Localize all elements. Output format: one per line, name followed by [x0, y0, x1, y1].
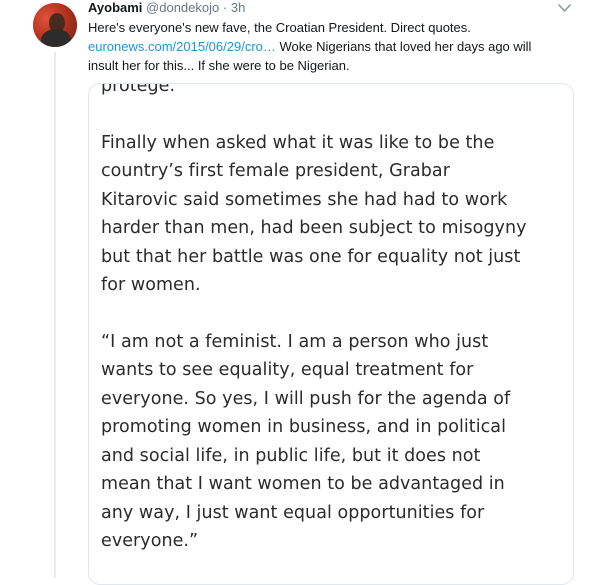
article-line: “I am not a feminist. I am a person who …	[101, 331, 489, 352]
article-line: promoting women in business, and in poli…	[101, 417, 506, 437]
article-line: Kitarovic said sometimes she had had to …	[101, 189, 508, 210]
article-link[interactable]: euronews.com/2015/06/29/cro…	[88, 39, 276, 54]
tweet-header: Ayobami @dondekojo · 3h	[88, 0, 245, 16]
tweet-text-line-1: Here's everyone's new fave, the Croatian…	[88, 20, 471, 35]
separator-dot: ·	[222, 0, 228, 15]
article-paragraph-1: Finally when asked what it was like to b…	[101, 129, 571, 300]
article-line: Finally when asked what it was like to b…	[101, 132, 495, 153]
tweet-text-line-2: euronews.com/2015/06/29/cro… Woke Nigeri…	[88, 37, 558, 56]
article-line: mean that I want women to be advantaged …	[101, 474, 505, 494]
article-line: but that her battle was one for equality…	[101, 246, 521, 267]
thread-line	[54, 52, 56, 578]
article-line: wants to see equality, equal treatment f…	[101, 360, 474, 380]
tweet-text: Here's everyone's new fave, the Croatian…	[88, 18, 558, 75]
article-line: for women.	[101, 275, 201, 295]
article-paragraph-0: protégé.”	[101, 83, 571, 101]
article-line: harder than men, had been subject to mis…	[101, 218, 527, 238]
avatar[interactable]	[33, 3, 77, 47]
author-name[interactable]: Ayobami	[88, 0, 142, 15]
article-line: any way, I just want equal opportunities…	[101, 502, 485, 523]
attached-image-card[interactable]: protégé.” Finally when asked what it was…	[88, 83, 574, 585]
tweet-text-line-2-rest: Woke Nigerians that loved her days ago w…	[275, 39, 532, 54]
chevron-down-icon[interactable]	[558, 3, 571, 13]
tweet-timestamp[interactable]: 3h	[231, 0, 245, 15]
tweet-text-line-3: insult her for this... If she were to be…	[88, 58, 350, 73]
article-line: everyone. So yes, I will push for the ag…	[101, 388, 511, 409]
article-screenshot-text: protégé.” Finally when asked what it was…	[101, 83, 571, 584]
article-line: protégé.”	[101, 83, 185, 96]
article-paragraph-2: “I am not a feminist. I am a person who …	[101, 328, 571, 556]
article-line: country’s first female president, Grabar	[101, 161, 450, 181]
avatar-body	[41, 29, 71, 47]
article-line: and social life, in public life, but it …	[101, 445, 481, 466]
article-line: everyone.”	[101, 531, 199, 551]
author-handle[interactable]: @dondekojo	[146, 0, 219, 15]
